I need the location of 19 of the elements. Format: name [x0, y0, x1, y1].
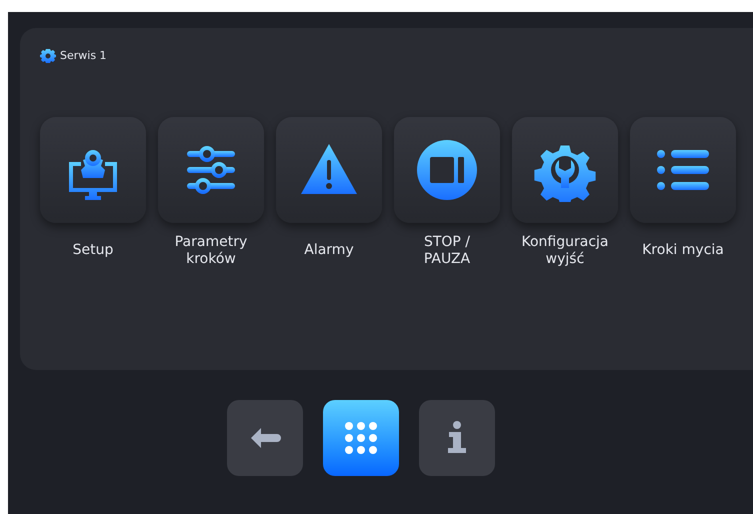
tile-label: Kroki mycia	[642, 241, 724, 260]
gear-icon	[40, 48, 56, 64]
menu-tile[interactable]	[630, 116, 736, 222]
stop-pause-icon	[415, 138, 479, 202]
tile-label: STOP / PAUZA	[424, 232, 470, 268]
info-button[interactable]	[418, 400, 494, 476]
grid-icon	[342, 420, 378, 456]
menu-tile[interactable]	[40, 116, 146, 222]
tile-label: Setup	[72, 241, 114, 260]
menu-tile[interactable]	[512, 116, 618, 222]
menu-button[interactable]	[322, 400, 398, 476]
tile-label: Konfiguracja wyjść	[521, 232, 608, 268]
menu-tile[interactable]	[394, 116, 500, 222]
tile-label: Alarmy	[304, 241, 354, 260]
back-button[interactable]	[226, 400, 302, 476]
menu-tile[interactable]	[276, 116, 382, 222]
panel-title: Serwis 1	[60, 48, 107, 64]
menu-tile[interactable]	[158, 116, 264, 222]
tile-label: Parametry kroków	[174, 232, 248, 268]
